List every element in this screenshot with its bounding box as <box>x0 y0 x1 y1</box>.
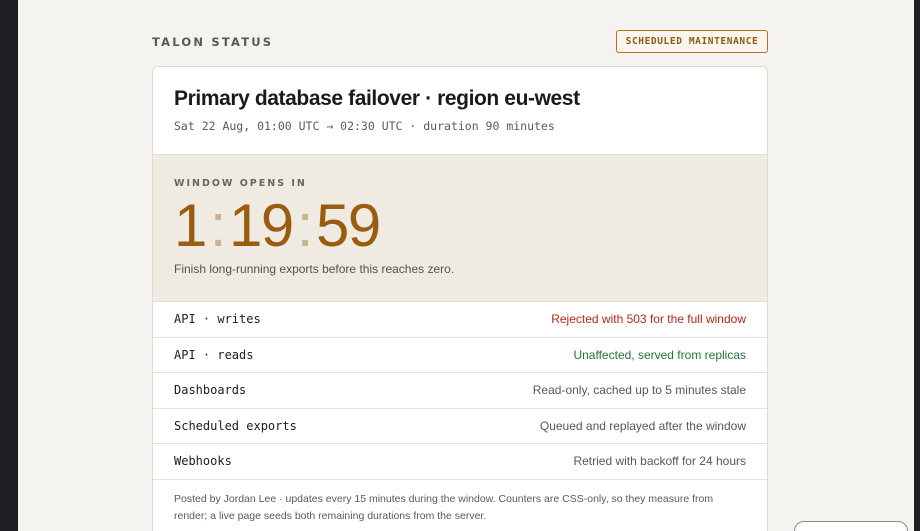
countdown-separator: : <box>296 192 314 259</box>
countdown-seconds: 59 <box>315 192 381 259</box>
card-header: Primary database failover · region eu-we… <box>153 67 767 155</box>
brand-title: TALON STATUS <box>152 35 274 49</box>
maintenance-badge: SCHEDULED MAINTENANCE <box>616 30 768 53</box>
impact-row: Dashboards Read-only, cached up to 5 min… <box>153 373 767 409</box>
countdown-separator: : <box>209 192 227 259</box>
impact-effect: Queued and replayed after the window <box>539 418 746 433</box>
impact-effect: Rejected with 503 for the full window <box>551 312 746 327</box>
footer-note: Posted by Jordan Lee · updates every 15 … <box>174 492 714 522</box>
impact-row: Webhooks Retried with backoff for 24 hou… <box>153 444 767 480</box>
impact-effect: Retried with backoff for 24 hours <box>573 454 746 469</box>
impact-row: API · writes Rejected with 503 for the f… <box>153 302 767 338</box>
countdown-label: WINDOW OPENS IN <box>174 178 307 189</box>
countdown-panel: WINDOW OPENS IN 1 : 19 : 59 Finish long-… <box>153 155 767 302</box>
floating-button[interactable] <box>794 521 908 531</box>
impact-service: API · writes <box>174 312 261 327</box>
event-title: Primary database failover · region eu-we… <box>174 87 580 110</box>
impact-service: Dashboards <box>174 383 247 398</box>
impact-effect: Unaffected, served from replicas <box>573 347 746 362</box>
status-page: TALON STATUS SCHEDULED MAINTENANCE Prima… <box>18 0 914 531</box>
impact-service: API · reads <box>174 347 254 362</box>
countdown-note: Finish long-running exports before this … <box>174 262 455 276</box>
countdown-timer: 1 : 19 : 59 <box>174 193 767 259</box>
impact-effect: Read-only, cached up to 5 minutes stale <box>532 383 746 398</box>
impact-row: API · reads Unaffected, served from repl… <box>153 338 767 373</box>
impact-service: Webhooks <box>174 454 232 469</box>
countdown-minutes: 19 <box>229 192 294 259</box>
impact-row: Scheduled exports Queued and replayed af… <box>153 409 767 444</box>
maintenance-card: Primary database failover · region eu-we… <box>152 66 768 531</box>
impact-service: Scheduled exports <box>174 418 297 433</box>
event-schedule: Sat 22 Aug, 01:00 UTC → 02:30 UTC · dura… <box>174 119 555 133</box>
countdown-hours: 1 <box>174 192 207 259</box>
impact-list: API · writes Rejected with 503 for the f… <box>153 302 767 480</box>
